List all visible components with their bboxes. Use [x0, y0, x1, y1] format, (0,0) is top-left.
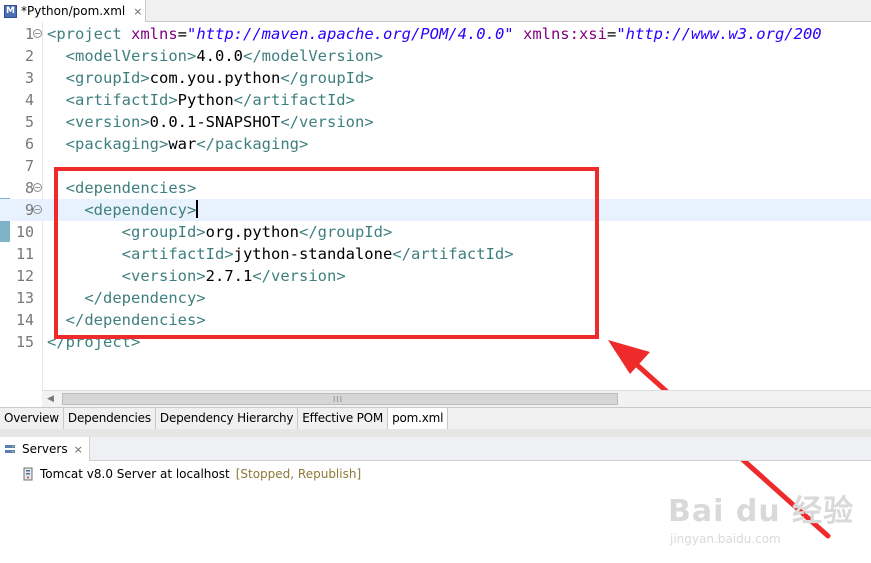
tab-dependencies[interactable]: Dependencies — [64, 408, 156, 429]
watermark-logo: Bai du 经验 — [668, 494, 855, 529]
tab-servers[interactable]: Servers × — [0, 437, 90, 461]
tab-overview[interactable]: Overview — [0, 408, 64, 429]
servers-tab-label: Servers — [22, 442, 68, 456]
servers-view-tabbar: Servers × — [0, 437, 871, 461]
tab-dependency-hierarchy[interactable]: Dependency Hierarchy — [156, 408, 299, 429]
scrollbar-thumb[interactable]: III — [62, 393, 618, 405]
server-name: Tomcat v8.0 Server at localhost — [40, 467, 230, 481]
server-list-item[interactable]: Tomcat v8.0 Server at localhost [Stopped… — [22, 465, 361, 483]
tab-pom-xml[interactable]: pom.xml — [388, 408, 449, 429]
watermark-url: jingyan.baidu.com — [670, 532, 781, 546]
close-icon[interactable]: × — [74, 443, 83, 456]
server-status: [Stopped, Republish] — [235, 467, 362, 481]
tab-effective-pom[interactable]: Effective POM — [298, 408, 389, 429]
scroll-left-icon[interactable]: ◀ — [42, 391, 59, 407]
scrollbar-grip: III — [333, 395, 344, 404]
server-icon — [23, 467, 33, 481]
horizontal-scrollbar[interactable]: ◀ III — [42, 390, 871, 407]
view-separator — [0, 429, 871, 437]
servers-icon — [5, 445, 15, 453]
baidu-watermark: Bai du 经验 jingyan.baidu.com — [668, 486, 854, 546]
pom-editor-tabs: Overview Dependencies Dependency Hierarchy… — [0, 407, 871, 429]
